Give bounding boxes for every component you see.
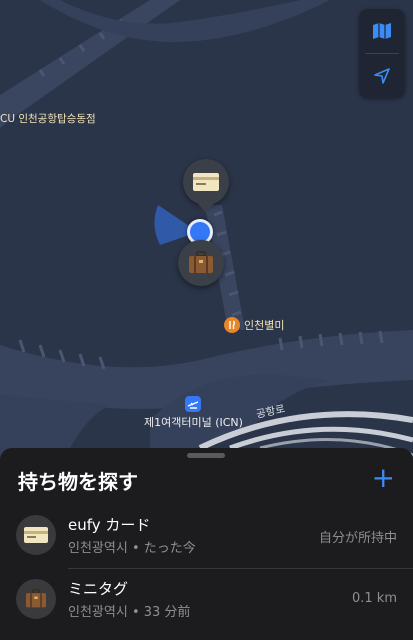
locate-button[interactable] [359, 54, 405, 98]
sheet-grabber[interactable] [187, 453, 225, 458]
terminal-poi[interactable]: 제1여객터미널 (ICN) [144, 396, 243, 430]
item-avatar [16, 515, 56, 555]
item-name: eufy カード [68, 516, 151, 534]
card-icon [193, 173, 219, 191]
store-label[interactable]: CU 인천공항탑승동점 [0, 111, 96, 126]
item-row-card[interactable]: eufy カード 인천광역시 • たった今 自分が所持中 [0, 505, 413, 565]
restaurant-label: 인천별미 [244, 319, 285, 332]
separator: • [127, 605, 144, 620]
item-subtitle: 인천광역시 • 33 分前 [68, 601, 190, 620]
item-location: 인천광역시 [68, 605, 128, 620]
map-icon [373, 23, 391, 39]
location-arrow-icon [374, 68, 390, 84]
separator: • [127, 541, 144, 556]
item-time: たった今 [143, 541, 196, 556]
item-subtitle: 인천광역시 • たった今 [68, 537, 196, 556]
sheet-title: 持ち物を探す [18, 470, 138, 494]
item-time: 33 分前 [143, 605, 191, 620]
item-status: 自分が所持中 [318, 531, 397, 546]
item-avatar [16, 579, 56, 619]
suitcase-icon [26, 589, 46, 608]
airplane-icon [185, 396, 202, 412]
item-distance: 0.1 km [352, 591, 397, 606]
item-row-tag[interactable]: ミニタグ 인천광역시 • 33 分前 0.1 km [0, 569, 413, 629]
map-controls [359, 9, 405, 98]
item-location: 인천광역시 [68, 541, 128, 556]
card-pin-tail [198, 204, 214, 213]
items-sheet: 持ち物を探す + eufy カード 인천광역시 • たった今 自分が所持中 ミニ… [0, 448, 413, 640]
map-mode-button[interactable] [359, 9, 405, 53]
suitcase-icon [189, 251, 213, 273]
suitcase-pin[interactable] [178, 240, 224, 286]
card-icon [24, 527, 48, 543]
add-item-button[interactable]: + [372, 464, 395, 492]
card-pin[interactable] [183, 159, 229, 205]
restaurant-poi[interactable]: 인천별미 [224, 317, 284, 333]
item-name: ミニタグ [68, 580, 129, 598]
fork-knife-icon [224, 317, 240, 333]
terminal-label: 제1여객터미널 (ICN) [144, 416, 243, 429]
